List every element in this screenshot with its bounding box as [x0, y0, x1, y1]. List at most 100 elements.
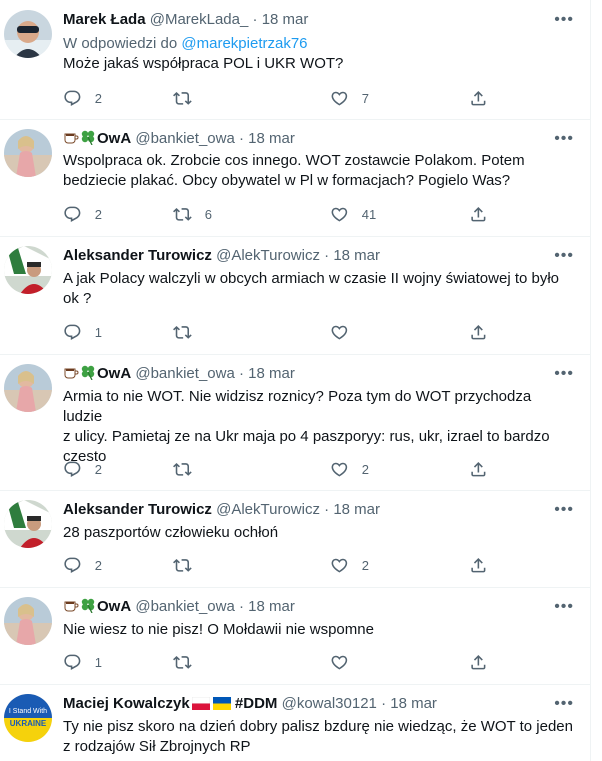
tweet-1[interactable]: Marek Łada @MarekLada_ · 18 mar ••• W od…: [0, 0, 590, 120]
separator-dot: ·: [238, 365, 244, 382]
share-button[interactable]: [469, 652, 488, 672]
text-line: ok ?: [63, 290, 92, 307]
reply-button[interactable]: 2: [63, 459, 102, 479]
timestamp[interactable]: 18 mar: [390, 695, 437, 712]
reply-button[interactable]: 1: [63, 322, 102, 342]
retweet-button[interactable]: 6: [173, 204, 212, 224]
reply-count: 1: [94, 654, 102, 670]
reply-to-link[interactable]: @marekpietrzak76: [181, 35, 307, 52]
share-button[interactable]: [469, 322, 488, 342]
retweet-button[interactable]: [173, 652, 205, 672]
like-button[interactable]: 7: [330, 88, 369, 108]
handle[interactable]: @MarekLada_: [150, 11, 249, 28]
action-bar: 2 7: [63, 88, 493, 108]
handle[interactable]: @kowal30121: [282, 695, 377, 712]
reply-icon: [64, 324, 81, 340]
timestamp[interactable]: 18 mar: [248, 365, 295, 382]
handle[interactable]: @AlekTurowicz: [216, 247, 320, 264]
text-line: z ulicy. Pamietaj ze na Ukr maja po 4 pa…: [63, 428, 550, 445]
text-line: 28 paszportów człowieku ochłoń: [63, 524, 279, 541]
more-options-icon[interactable]: •••: [554, 694, 574, 714]
timestamp[interactable]: 18 mar: [248, 598, 295, 615]
display-name[interactable]: OwA: [97, 130, 131, 147]
separator-dot: ·: [238, 598, 244, 615]
display-name[interactable]: OwA: [97, 365, 131, 382]
tweet-5[interactable]: Aleksander Turowicz @AlekTurowicz · 18 m…: [0, 490, 590, 588]
timestamp[interactable]: 18 mar: [248, 130, 295, 147]
retweet-button[interactable]: [173, 459, 205, 479]
like-button[interactable]: [330, 322, 362, 342]
heart-icon: [331, 91, 348, 106]
reply-context: W odpowiedzi do @marekpietrzak76: [63, 34, 308, 54]
handle[interactable]: @AlekTurowicz: [216, 501, 320, 518]
share-button[interactable]: [469, 88, 488, 108]
display-name-hashtag[interactable]: #DDM: [235, 695, 278, 712]
avatar[interactable]: [4, 500, 52, 548]
like-button[interactable]: 2: [330, 555, 369, 575]
avatar-text-bottom: UKRAINE: [9, 719, 47, 728]
tweet-header: Maciej Kowalczyk #DDM @kowal30121 · 18 m…: [63, 694, 437, 716]
tweet-header: OwA @bankiet_owa · 18 mar: [63, 597, 295, 619]
share-button[interactable]: [469, 555, 488, 575]
tweet-header: OwA @bankiet_owa · 18 mar: [63, 129, 295, 151]
tweet-text: 28 paszportów człowieku ochłoń: [63, 523, 573, 543]
reply-icon: [64, 206, 81, 222]
share-icon: [471, 557, 486, 573]
avatar[interactable]: I Stand With UKRAINE: [4, 694, 52, 742]
timestamp[interactable]: 18 mar: [333, 501, 380, 518]
reply-button[interactable]: 2: [63, 555, 102, 575]
display-name[interactable]: Aleksander Turowicz: [63, 501, 212, 518]
timestamp[interactable]: 18 mar: [333, 247, 380, 264]
more-options-icon[interactable]: •••: [554, 10, 574, 30]
like-count: 2: [361, 557, 369, 573]
four-leaf-clover-icon: [79, 597, 97, 619]
tweet-7[interactable]: I Stand With UKRAINE Maciej Kowalczyk #D…: [0, 684, 590, 761]
column-border: [590, 0, 591, 761]
timestamp[interactable]: 18 mar: [262, 11, 309, 28]
avatar[interactable]: [4, 129, 52, 177]
ukraine-flag-icon: [212, 696, 231, 716]
reply-button[interactable]: 1: [63, 652, 102, 672]
tweet-4[interactable]: OwA @bankiet_owa · 18 mar ••• Armia to n…: [0, 354, 590, 491]
display-name[interactable]: Maciej Kowalczyk: [63, 695, 190, 712]
more-options-icon[interactable]: •••: [554, 246, 574, 266]
tweet-text: Nie wiesz to nie pisz! O Mołdawii nie ws…: [63, 620, 573, 640]
handle[interactable]: @bankiet_owa: [135, 598, 234, 615]
tweet-2[interactable]: OwA @bankiet_owa · 18 mar ••• Wspolpraca…: [0, 119, 590, 237]
handle[interactable]: @bankiet_owa: [135, 130, 234, 147]
like-button[interactable]: 41: [330, 204, 376, 224]
avatar[interactable]: [4, 10, 52, 58]
more-options-icon[interactable]: •••: [554, 364, 574, 384]
more-options-icon[interactable]: •••: [554, 500, 574, 520]
tweet-header: OwA @bankiet_owa · 18 mar: [63, 364, 295, 386]
like-button[interactable]: 2: [330, 459, 369, 479]
retweet-button[interactable]: [173, 322, 205, 342]
separator-dot: ·: [381, 695, 387, 712]
display-name[interactable]: Aleksander Turowicz: [63, 247, 212, 264]
tweet-6[interactable]: OwA @bankiet_owa · 18 mar ••• Nie wiesz …: [0, 587, 590, 685]
display-name[interactable]: OwA: [97, 598, 131, 615]
avatar[interactable]: [4, 597, 52, 645]
reply-button[interactable]: 2: [63, 204, 102, 224]
tweet-3[interactable]: Aleksander Turowicz @AlekTurowicz · 18 m…: [0, 236, 590, 355]
like-button[interactable]: [330, 652, 362, 672]
display-name[interactable]: Marek Łada: [63, 11, 146, 28]
share-button[interactable]: [469, 459, 488, 479]
retweet-icon: [173, 325, 192, 339]
text-line: bedziecie plakać. Obcy obywatel w Pl w f…: [63, 172, 511, 189]
heart-icon: [331, 462, 348, 477]
retweet-button[interactable]: [173, 88, 205, 108]
retweet-icon: [173, 91, 192, 105]
more-options-icon[interactable]: •••: [554, 597, 574, 617]
avatar[interactable]: [4, 246, 52, 294]
retweet-icon: [173, 207, 192, 221]
avatar[interactable]: [4, 364, 52, 412]
reply-button[interactable]: 2: [63, 88, 102, 108]
retweet-button[interactable]: [173, 555, 205, 575]
share-button[interactable]: [469, 204, 488, 224]
more-options-icon[interactable]: •••: [554, 129, 574, 149]
handle[interactable]: @bankiet_owa: [135, 365, 234, 382]
reply-icon: [64, 461, 81, 477]
action-bar: 2 2: [63, 555, 493, 575]
heart-icon: [331, 558, 348, 573]
